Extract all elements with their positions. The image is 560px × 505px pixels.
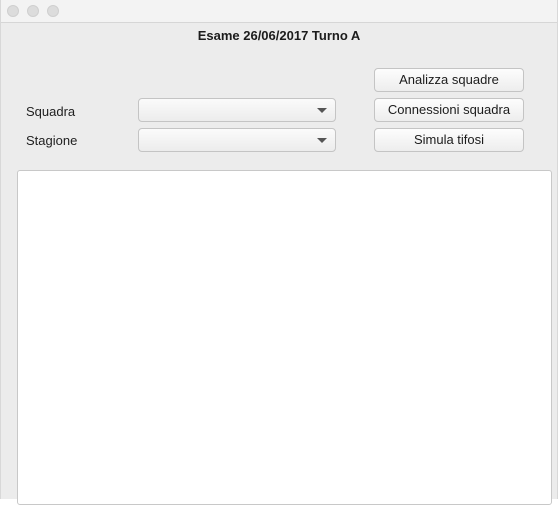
connessioni-squadra-button[interactable]: Connessioni squadra <box>374 98 524 122</box>
title-bar <box>1 0 557 23</box>
stagione-label: Stagione <box>26 133 78 148</box>
chevron-down-icon <box>317 108 327 113</box>
output-text-area[interactable] <box>17 170 552 505</box>
squadra-label: Squadra <box>26 104 76 119</box>
analizza-squadre-button[interactable]: Analizza squadre <box>374 68 524 92</box>
stagione-combobox[interactable] <box>138 128 336 152</box>
simula-tifosi-button[interactable]: Simula tifosi <box>374 128 524 152</box>
minimize-window-icon[interactable] <box>27 5 39 17</box>
zoom-window-icon[interactable] <box>47 5 59 17</box>
app-window: Esame 26/06/2017 Turno A Squadra Stagion… <box>0 0 558 505</box>
close-window-icon[interactable] <box>7 5 19 17</box>
chevron-down-icon <box>317 138 327 143</box>
squadra-combobox[interactable] <box>138 98 336 122</box>
page-title: Esame 26/06/2017 Turno A <box>197 28 361 43</box>
